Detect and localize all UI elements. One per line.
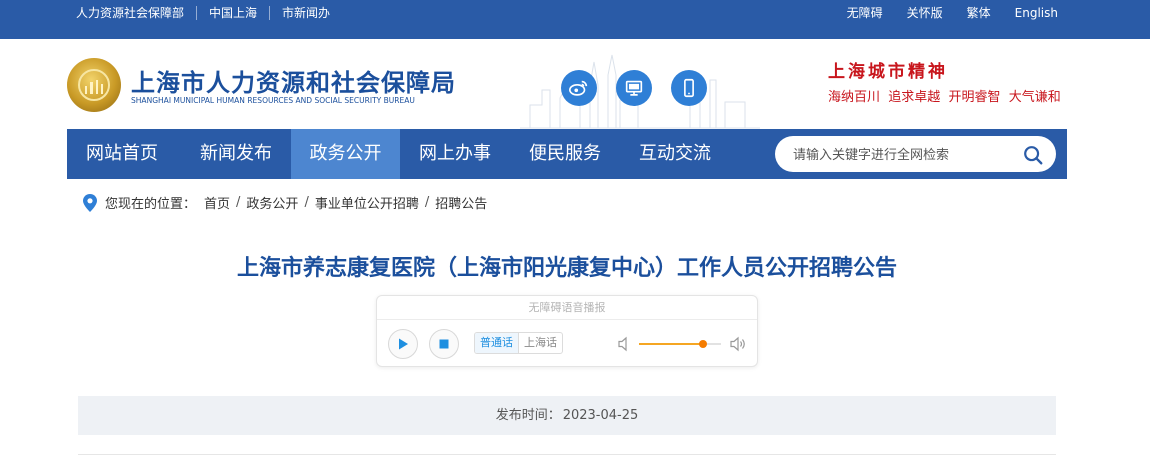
top-right-links: 无障碍 关怀版 繁体 English [823, 6, 1058, 20]
play-icon [399, 338, 408, 350]
link-traditional-chinese[interactable]: 繁体 [967, 6, 991, 20]
breadcrumb-separator: / [424, 195, 430, 210]
city-spirit-motto: 海纳百川 追求卓越 开明睿智 大气谦和 [828, 90, 1061, 105]
link-care-mode[interactable]: 关怀版 [907, 6, 943, 20]
nav-convenience-services[interactable]: 便民服务 [510, 129, 620, 179]
top-left-links: 人力资源社会保障部 中国上海 市新闻办 [76, 6, 342, 20]
search-input[interactable] [793, 136, 1013, 172]
volume-slider-fill [639, 343, 703, 345]
breadcrumb-separator: / [304, 195, 309, 210]
site-subtitle: SHANGHAI MUNICIPAL HUMAN RESOURCES AND S… [131, 96, 415, 105]
bureau-emblem-logo[interactable] [67, 58, 121, 112]
breadcrumb-recruitment-notice[interactable]: 招聘公告 [435, 193, 487, 212]
nav-news[interactable]: 新闻发布 [181, 129, 291, 179]
site-search-box [775, 136, 1056, 172]
stop-button[interactable] [429, 329, 459, 359]
link-china-shanghai[interactable]: 中国上海 [196, 6, 269, 20]
volume-low-icon[interactable] [617, 336, 631, 352]
breadcrumb-home[interactable]: 首页 [204, 193, 230, 212]
audio-reader-player: 无障碍语音播报 普通话 上海话 [376, 295, 758, 367]
site-title[interactable]: 上海市人力资源和社会保障局 [131, 63, 456, 98]
breadcrumb-public-recruitment[interactable]: 事业单位公开招聘 [315, 193, 419, 212]
dialect-mandarin[interactable]: 普通话 [475, 333, 518, 353]
play-button[interactable] [388, 329, 418, 359]
mobile-version-button[interactable] [671, 70, 707, 106]
desktop-version-button[interactable] [616, 70, 652, 106]
publish-info-bar: 发布时间： 2023-04-25 [78, 396, 1056, 435]
publish-label: 发布时间： [495, 408, 561, 423]
breadcrumb-government-affairs[interactable]: 政务公开 [246, 193, 298, 212]
link-accessibility[interactable]: 无障碍 [847, 6, 883, 20]
volume-high-icon[interactable] [729, 335, 747, 353]
search-icon[interactable] [1022, 144, 1044, 166]
publish-date: 2023-04-25 [562, 408, 639, 423]
nav-interaction[interactable]: 互动交流 [620, 129, 730, 179]
dialect-shanghainese[interactable]: 上海话 [518, 333, 562, 353]
volume-slider-knob[interactable] [698, 340, 707, 348]
weibo-icon [569, 80, 588, 96]
link-english[interactable]: English [1015, 6, 1058, 20]
breadcrumb-label: 您现在的位置： [105, 197, 197, 212]
article-title: 上海市养志康复医院（上海市阳光康复中心）工作人员公开招聘公告 [236, 256, 897, 281]
weibo-button[interactable] [561, 70, 597, 106]
nav-online-services[interactable]: 网上办事 [400, 129, 510, 179]
location-pin-icon [83, 193, 97, 212]
link-mohrss[interactable]: 人力资源社会保障部 [76, 6, 196, 20]
desktop-icon [625, 80, 643, 96]
volume-slider[interactable] [639, 340, 721, 348]
dialect-switch: 普通话 上海话 [474, 332, 563, 354]
stop-icon [439, 339, 449, 349]
mobile-icon [684, 78, 694, 98]
breadcrumb: 您现在的位置： 首页 / 政务公开 / 事业单位公开招聘 / 招聘公告 [83, 193, 487, 212]
link-news-office[interactable]: 市新闻办 [269, 6, 342, 20]
nav-home[interactable]: 网站首页 [67, 129, 177, 179]
audio-reader-heading: 无障碍语音播报 [377, 296, 757, 320]
city-spirit-title: 上海城市精神 [828, 62, 948, 82]
breadcrumb-separator: / [236, 195, 241, 210]
top-utility-bar: 人力资源社会保障部 中国上海 市新闻办 无障碍 关怀版 繁体 English [0, 0, 1150, 39]
nav-government-affairs[interactable]: 政务公开 [291, 129, 400, 179]
main-nav: 网站首页 新闻发布 政务公开 网上办事 便民服务 互动交流 [67, 129, 1067, 179]
content-divider [78, 454, 1056, 455]
